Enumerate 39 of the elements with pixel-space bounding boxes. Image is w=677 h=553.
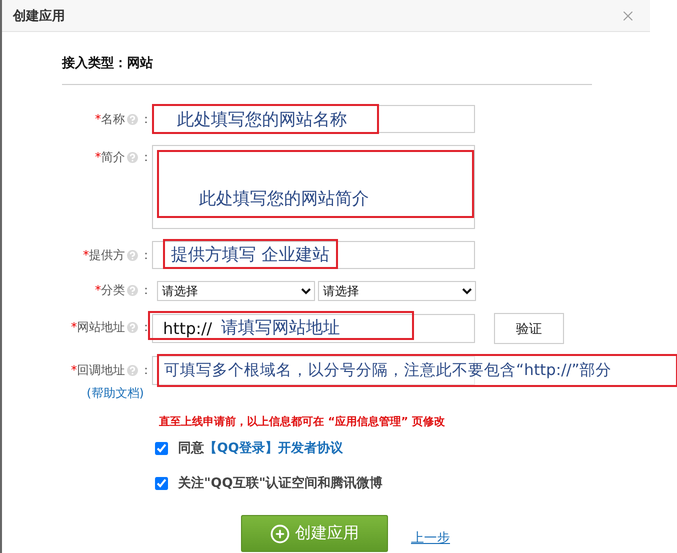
help-icon[interactable]: [125, 363, 140, 378]
annotation-label: 此处填写您的网站简介: [157, 150, 474, 218]
field-label: *提供方: [83, 247, 125, 264]
field-label: *回调地址: [71, 362, 125, 379]
colon: ：: [140, 111, 152, 128]
text-area[interactable]: [152, 145, 475, 229]
access-type-heading: 接入类型：网站: [62, 54, 592, 85]
plus-icon: [270, 524, 290, 544]
field-label: *名称: [95, 111, 125, 128]
help-icon[interactable]: [125, 150, 140, 165]
agreement-link[interactable]: 【QQ登录】开发者协议: [204, 441, 344, 456]
annotation-label: 可填写多个根域名，以分号分隔，注意此不要包含“http://”部分: [157, 354, 677, 387]
field-label: *网站地址: [71, 319, 125, 336]
notice-text: 直至上线申请前，以上信息都可在 “应用信息管理” 页修改: [159, 414, 446, 429]
colon: ：: [140, 319, 152, 336]
annotation-label: 此处填写您的网站名称: [152, 104, 379, 134]
annotation-text: 请填写网站地址: [221, 317, 340, 339]
field-label: *简介: [95, 149, 125, 166]
colon: ：: [140, 282, 152, 299]
checkbox-label: 关注"QQ互联"认证空间和腾讯微博: [178, 474, 383, 492]
verify-button[interactable]: 验证: [494, 313, 564, 344]
text-field[interactable]: [152, 241, 475, 269]
help-icon[interactable]: [125, 248, 140, 263]
select-field[interactable]: 请选择: [318, 281, 476, 301]
select-field[interactable]: 请选择: [157, 281, 315, 301]
colon: ：: [140, 149, 152, 166]
colon: ：: [140, 362, 152, 379]
annotation-label: 提供方填写 企业建站: [163, 239, 338, 269]
colon: ：: [140, 247, 152, 264]
dialog-title: 创建应用: [13, 8, 65, 24]
back-link[interactable]: 上一步: [411, 529, 450, 547]
field-label: *分类: [95, 282, 125, 299]
checkbox[interactable]: [155, 442, 168, 454]
help-icon[interactable]: [125, 283, 140, 298]
help-icon[interactable]: [125, 320, 140, 335]
checkbox[interactable]: [155, 476, 168, 490]
help-icon[interactable]: [125, 112, 140, 127]
help-link[interactable]: (帮助文档): [86, 385, 144, 402]
checkbox-label: 同意【QQ登录】开发者协议: [178, 440, 344, 457]
